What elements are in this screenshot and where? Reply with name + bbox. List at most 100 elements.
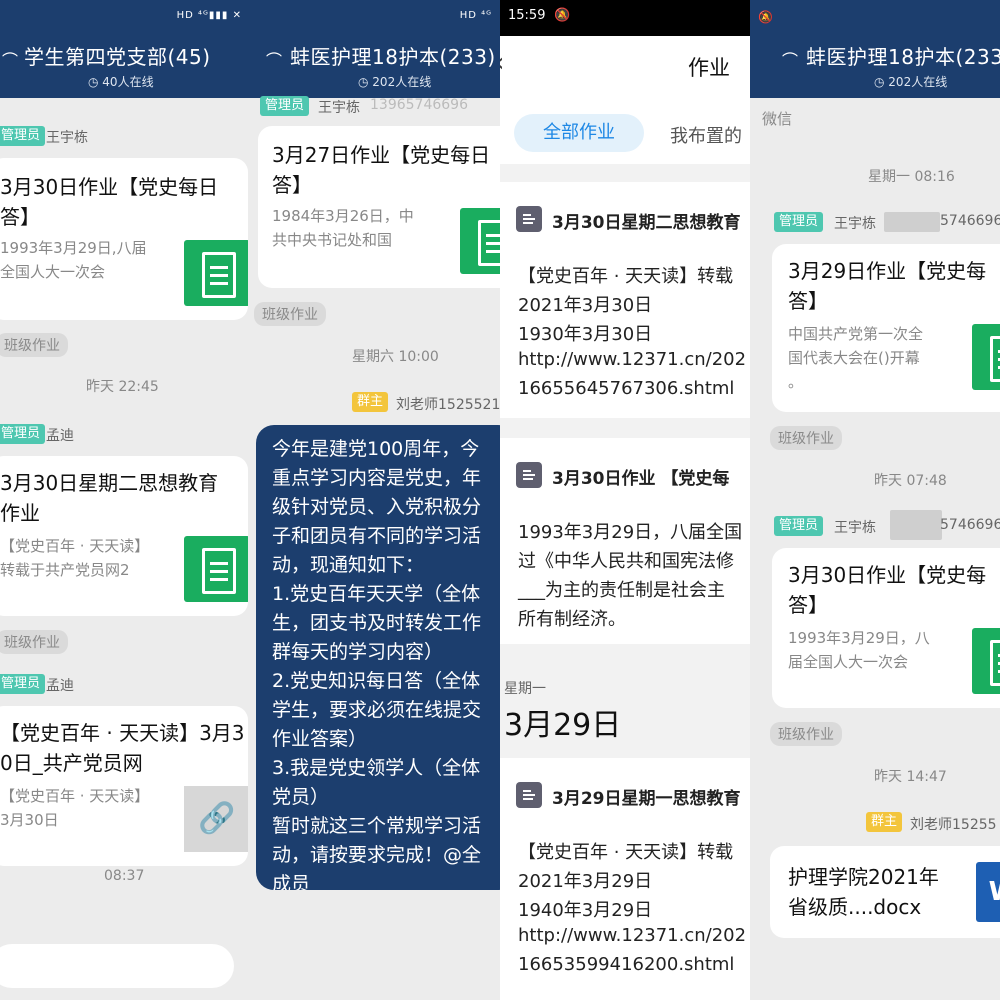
earpiece-icon[interactable]: ⌒ [782,47,798,71]
redacted-phone [884,212,940,232]
card-title: 3月27日作业【党史每日 答】 [272,143,491,197]
message-input[interactable] [0,944,234,988]
homework-line: 【党史百年 · 天天读】转载 [518,266,734,287]
card-desc: 中国共产党第一次全 国代表大会在()开幕 。 [788,325,924,391]
date-heading: 3月29日 [504,708,622,743]
homework-list-panel: 15:59 🔕 ‹ 作业 全部作业 我布置的 3月30日星期二思想教育 【党史百… [500,0,750,1000]
online-count: ◷ 202人在线 [358,75,432,89]
weekday-label: 星期一 [504,681,546,697]
document-icon [184,240,248,306]
document-icon [972,628,1000,694]
homework-item[interactable]: 3月30日作业 【党史每 1993年3月29日，八届全国 过《中华人民共和国宪法… [500,438,750,644]
chat-header: ⌒ 蚌医护理18护本(233) ◷ 202人在线 [750,35,1000,98]
mute-icon: 🔕 [554,8,571,23]
admin-badge: 管理员 [0,674,46,694]
card-title: 【党史百年 · 天天读】3月3 0日_共产党员网 [0,721,245,775]
status-bar: HD ⁴ᴳ [250,0,500,35]
homework-icon [516,206,542,232]
homework-line: ___为主的责任制是社会主 [518,580,725,601]
owner-badge: 群主 [352,392,389,412]
class-homework-tag: 班级作业 [0,333,68,357]
class-homework-tag: 班级作业 [770,426,842,450]
chat-header: ⌒ 蚌医护理18护本(233) ◷ 202人在线 [250,35,500,98]
mute-icon: 🔕 [758,10,773,24]
admin-badge: 管理员 [774,212,824,232]
homework-item[interactable]: 3月30日星期二思想教育 【党史百年 · 天天读】转载 2021年3月30日 1… [500,182,750,418]
link-card[interactable]: 【党史百年 · 天天读】3月3 0日_共产党员网 【党史百年 · 天天读】 3月… [0,706,248,866]
timestamp: 星期六 10:00 [352,349,439,365]
status-bar: 🔕 [750,0,1000,35]
admin-badge: 管理员 [260,96,310,116]
timestamp: 昨天 07:48 [874,473,947,489]
homework-title: 3月30日作业 【党史每 [552,469,730,489]
homework-line: 【党史百年 · 天天读】转载 [518,842,734,863]
sender-name: 王宇栋 [834,216,876,232]
sender-name: 王宇栋 [834,520,876,536]
sender-phone: 13965746696 [370,97,468,113]
homework-line: http://www.12371.cn/202 [518,925,747,946]
homework-card[interactable]: 3月27日作业【党史每日 答】 1984年3月26日，中 共中央书记处和国 [258,126,500,288]
homework-line: 2021年3月30日 [518,295,653,316]
card-title: 3月30日作业【党史每 答】 [788,563,987,617]
timestamp: 昨天 22:45 [86,379,159,395]
sender-name: 王宇栋 [46,130,88,146]
homework-line: 1940年3月29日 [518,900,653,921]
homework-title: 3月29日星期一思想教育 [552,789,741,809]
chat-panel-nursing-class-2: 🔕 ⌒ 蚌医护理18护本(233) ◷ 202人在线 微信 星期一 08:16 … [750,0,1000,1000]
admin-badge: 管理员 [774,516,824,536]
homework-card[interactable]: 3月29日作业【党史每 答】 中国共产党第一次全 国代表大会在()开幕 。 [772,244,1000,412]
document-icon [184,536,248,602]
homework-item[interactable]: 3月29日星期一思想教育 【党史百年 · 天天读】转载 2021年3月29日 1… [500,758,750,1000]
sender-phone: 5746696 [940,517,1000,533]
class-homework-tag: 班级作业 [0,630,68,654]
word-file-icon: W [976,862,1000,922]
admin-badge: 管理员 [0,126,46,146]
signal-icon: HD ⁴ᴳ [459,10,492,21]
class-homework-tag: 班级作业 [254,302,326,326]
tab-all-homework[interactable]: 全部作业 [514,114,644,152]
sender-phone: 5746696 [940,213,1000,229]
tab-my-assigned[interactable]: 我布置的 [670,122,742,148]
card-desc: 1984年3月26日，中 共中央书记处和国 [272,207,414,249]
online-count: ◷ 40人在线 [88,75,154,89]
announcement-bubble[interactable]: 今年是建党100周年，今 重点学习内容是党史，年 级针对党员、入党积极分 子和团… [256,425,500,890]
card-desc: 1993年3月29日，八 届全国人大一次会 [788,629,930,671]
timestamp: 08:37 [104,868,145,884]
tab-bar: 全部作业 我布置的 [500,96,750,164]
homework-title: 3月30日星期二思想教育 [552,213,741,233]
sender-name: 刘老师15255 [910,817,997,833]
homework-card[interactable]: 3月30日作业【党史每 答】 1993年3月29日，八 届全国人大一次会 [772,548,1000,708]
online-count: ◷ 202人在线 [874,75,948,89]
chat-title: 学生第四党支部(45) [24,45,211,69]
card-desc: 【党史百年 · 天天读】 3月30日 [0,787,150,829]
card-desc: 1993年3月29日,八届 全国人大一次会 [0,239,147,281]
file-card[interactable]: 护理学院2021年 省级质....docx W [770,846,1000,938]
homework-card[interactable]: 3月30日星期二思想教育 作业 【党史百年 · 天天读】 转载于共产党员网2 [0,456,248,616]
earpiece-icon[interactable]: ⌒ [2,47,18,71]
homework-line: 过《中华人民共和国宪法修 [518,551,734,572]
earpiece-icon[interactable]: ⌒ [266,47,282,71]
owner-badge: 群主 [866,812,903,832]
card-title: 3月30日星期二思想教育 作业 [0,471,219,525]
sender-name: 孟迪 [46,428,74,444]
signal-icon: HD ⁴ᴳ▮▮▮ ✕ [176,10,242,21]
back-icon[interactable]: ‹ [500,48,504,78]
page-title: 作业 [688,56,730,80]
chat-panel-party-branch: HD ⁴ᴳ▮▮▮ ✕ ⌒ 学生第四党支部(45) ◷ 40人在线 管理员 王宇栋… [0,0,250,1000]
homework-line: http://www.12371.cn/202 [518,349,747,370]
sender-name: 王宇栋 [318,100,360,116]
homework-line: 16653599416200.shtml [518,954,735,975]
message-source: 微信 [762,110,793,128]
chat-title: 蚌医护理18护本(233) [290,45,496,69]
card-desc: 【党史百年 · 天天读】 转载于共产党员网2 [0,537,150,579]
redacted-phone [890,510,942,540]
timestamp: 昨天 14:47 [874,769,947,785]
homework-card[interactable]: 3月30日作业【党史每日 答】 1993年3月29日,八届 全国人大一次会 [0,158,248,320]
document-icon [460,208,500,274]
chat-panel-nursing-class: HD ⁴ᴳ ⌒ 蚌医护理18护本(233) ◷ 202人在线 管理员 王宇栋 1… [250,0,500,1000]
sender-name: 孟迪 [46,678,74,694]
file-name: 护理学院2021年 省级质....docx [788,865,939,919]
class-homework-tag: 班级作业 [770,722,842,746]
page-header: ‹ 作业 [500,36,750,96]
admin-badge: 管理员 [0,424,46,444]
